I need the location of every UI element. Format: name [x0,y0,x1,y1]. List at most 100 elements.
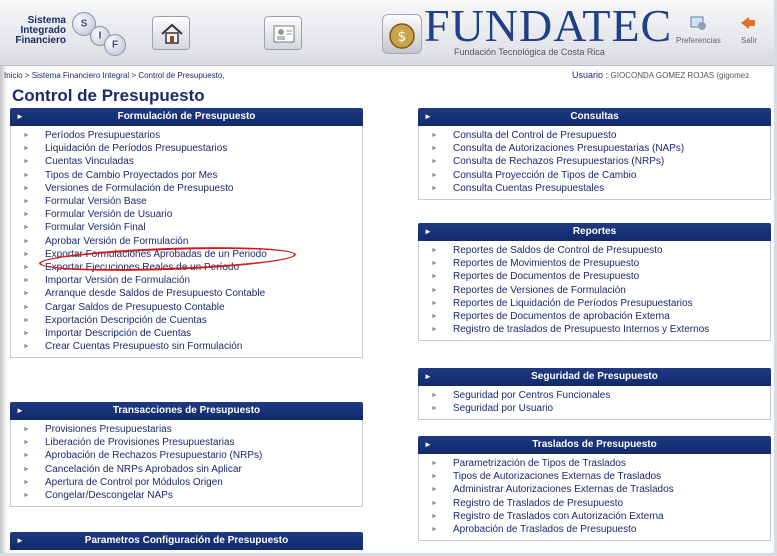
menu-link[interactable]: Reportes de Movimientos de Presupuesto [419,257,770,270]
menu-link[interactable]: Administrar Autorizaciones Externas de T… [419,483,770,496]
user-profile-button[interactable] [264,16,302,50]
panel-header-parametros[interactable]: ► Parametros Configuración de Presupuesto [10,532,363,550]
brand-subtitle: Fundación Tecnológica de Costa Rica [454,47,605,57]
menu-link[interactable]: Tipos de Autorizaciones Externas de Tras… [419,470,770,483]
exit-button[interactable]: Salir [734,14,764,45]
breadcrumb-bar: Inicio > Sistema Financiero Integral > C… [0,68,774,82]
panel-header-reportes[interactable]: ► Reportes [418,223,771,241]
menu-link[interactable]: Registro de traslados de Presupuesto Int… [419,323,770,336]
sif-logo-text: Sistema Integrado Financiero [12,16,66,46]
menu-link[interactable]: Reportes de Documentos de Presupuesto [419,270,770,283]
menu-link[interactable]: Congelar/Descongelar NAPs [11,489,362,502]
menu-link[interactable]: Seguridad por Usuario [419,402,770,415]
panel-title: Consultas [570,111,619,122]
menu-link[interactable]: Apertura de Control por Módulos Origen [11,476,362,489]
menu-link[interactable]: Liquidación de Períodos Presupuestarios [11,142,362,155]
menu-link[interactable]: Parametrización de Tipos de Traslados [419,457,770,470]
svg-text:$: $ [398,29,407,45]
menu-link[interactable]: Crear Cuentas Presupuesto sin Formulació… [11,340,362,353]
menu-link[interactable]: Consulta del Control de Presupuesto [419,129,770,142]
menu-link[interactable]: Provisiones Presupuestarias [11,423,362,436]
menu-link[interactable]: Formular Versión de Usuario [11,208,362,221]
menu-link[interactable]: Aprobación de Rechazos Presupuestario (N… [11,449,362,462]
panel-body-consultas: Consulta del Control de PresupuestoConsu… [418,126,771,201]
brand-title: FUNDATEC [424,0,673,51]
panel-title: Reportes [572,226,617,237]
panel-body-seguridad: Seguridad por Centros FuncionalesSegurid… [418,386,771,421]
user-label: Usuario : [572,70,609,80]
panel-header-traslados[interactable]: ► Traslados de Presupuesto [418,436,771,454]
panel-traslados: ► Traslados de Presupuesto Parametrizació… [418,436,771,542]
user-info: Usuario : GIOCONDA GOMEZ ROJAS (gigomez [572,70,749,80]
menu-link[interactable]: Importar Descripción de Cuentas [11,327,362,340]
breadcrumb[interactable]: Inicio > Sistema Financiero Integral > C… [4,71,225,80]
menu-link[interactable]: Cancelación de NRPs Aprobados sin Aplica… [11,463,362,476]
menu-link[interactable]: Formular Versión Base [11,195,362,208]
panel-body-reportes: Reportes de Saldos de Control de Presupu… [418,241,771,342]
menu-link[interactable]: Exportación Descripción de Cuentas [11,314,362,327]
user-name: GIOCONDA GOMEZ ROJAS (gigomez [610,71,750,80]
header-bar: Sistema Integrado Financiero S I F $ FUN… [0,0,774,66]
preferences-label: Preferencias [676,36,721,45]
menu-link[interactable]: Arranque desde Saldos de Presupuesto Con… [11,287,362,300]
panel-seguridad: ► Seguridad de Presupuesto Seguridad por … [418,368,771,421]
sif-letter-s: S [80,18,88,30]
collapse-arrow-icon: ► [424,112,432,121]
sif-logo-line3: Financiero [15,35,66,46]
menu-link[interactable]: Períodos Presupuestarios [11,129,362,142]
page-title: Control de Presupuesto [12,86,205,105]
menu-link[interactable]: Aprobación de Traslados de Presupuesto [419,523,770,536]
panel-header-transacciones[interactable]: ► Transacciones de Presupuesto [10,402,363,420]
collapse-arrow-icon: ► [424,440,432,449]
menu-link[interactable]: Aprobar Versión de Formulación [11,235,362,248]
menu-link[interactable]: Consulta de Rechazos Presupuestarios (NR… [419,155,770,168]
menu-link[interactable]: Seguridad por Centros Funcionales [419,389,770,402]
menu-link[interactable]: Consulta Proyección de Tipos de Cambio [419,169,770,182]
exit-label: Salir [740,36,757,45]
menu-link[interactable]: Versiones de Formulación de Presupuesto [11,182,362,195]
home-button[interactable] [152,16,190,50]
home-icon [161,23,183,44]
sif-circle-f: F [104,34,126,56]
menu-link[interactable]: Consulta de Autorizaciones Presupuestari… [419,142,770,155]
collapse-arrow-icon: ► [424,372,432,381]
menu-link[interactable]: Importar Versión de Formulación [11,274,362,287]
menu-link[interactable]: Liberación de Provisiones Presupuestaria… [11,436,362,449]
menu-link[interactable]: Consulta Cuentas Presupuestales [419,182,770,195]
collapse-arrow-icon: ► [16,406,24,415]
menu-link[interactable]: Reportes de Documentos de aprobación Ext… [419,310,770,323]
collapse-arrow-icon: ► [424,227,432,236]
panel-title: Transacciones de Presupuesto [112,405,261,416]
menu-link[interactable]: Reportes de Saldos de Control de Presupu… [419,244,770,257]
panel-title: Traslados de Presupuesto [532,439,657,450]
fundatec-brand: $ FUNDATEC Fundación Tecnológica de Cost… [382,2,671,62]
panel-formulacion: ► Formulación de Presupuesto Períodos Pre… [10,108,363,359]
menu-link[interactable]: Tipos de Cambio Proyectados por Mes [11,169,362,182]
preferences-icon [690,16,706,30]
menu-link[interactable]: Cargar Saldos de Presupuesto Contable [11,301,362,314]
menu-link[interactable]: Reportes de Liquidación de Períodos Pres… [419,297,770,310]
panel-title: Parametros Configuración de Presupuesto [84,535,289,546]
panel-body-transacciones: Provisiones PresupuestariasLiberación de… [10,420,363,508]
exit-icon [741,17,755,29]
panel-parametros: ► Parametros Configuración de Presupuesto [10,532,363,550]
panel-header-consultas[interactable]: ► Consultas [418,108,771,126]
panel-header-formulacion[interactable]: ► Formulación de Presupuesto [10,108,363,126]
panel-header-seguridad[interactable]: ► Seguridad de Presupuesto [418,368,771,386]
collapse-arrow-icon: ► [16,112,24,121]
sif-letter-f: F [111,39,119,51]
menu-link[interactable]: Cuentas Vinculadas [11,155,362,168]
panel-title: Formulación de Presupuesto [117,111,256,122]
panel-reportes: ► Reportes Reportes de Saldos de Control … [418,223,771,342]
app-window: Sistema Integrado Financiero S I F $ FUN… [0,0,777,556]
preferences-button[interactable]: Preferencias [676,14,721,45]
user-card-icon [273,25,295,43]
menu-link[interactable]: Reportes de Versiones de Formulación [419,284,770,297]
money-bag-icon: $ [382,14,422,54]
sif-logo[interactable]: Sistema Integrado Financiero S I F [12,10,126,60]
menu-link[interactable]: Registro de Traslados de Presupuesto [419,497,770,510]
collapse-arrow-icon: ► [16,536,24,545]
menu-link[interactable]: Registro de Traslados con Autorización E… [419,510,770,523]
menu-link[interactable]: Formular Versión Final [11,221,362,234]
panel-consultas: ► Consultas Consulta del Control de Presu… [418,108,771,201]
